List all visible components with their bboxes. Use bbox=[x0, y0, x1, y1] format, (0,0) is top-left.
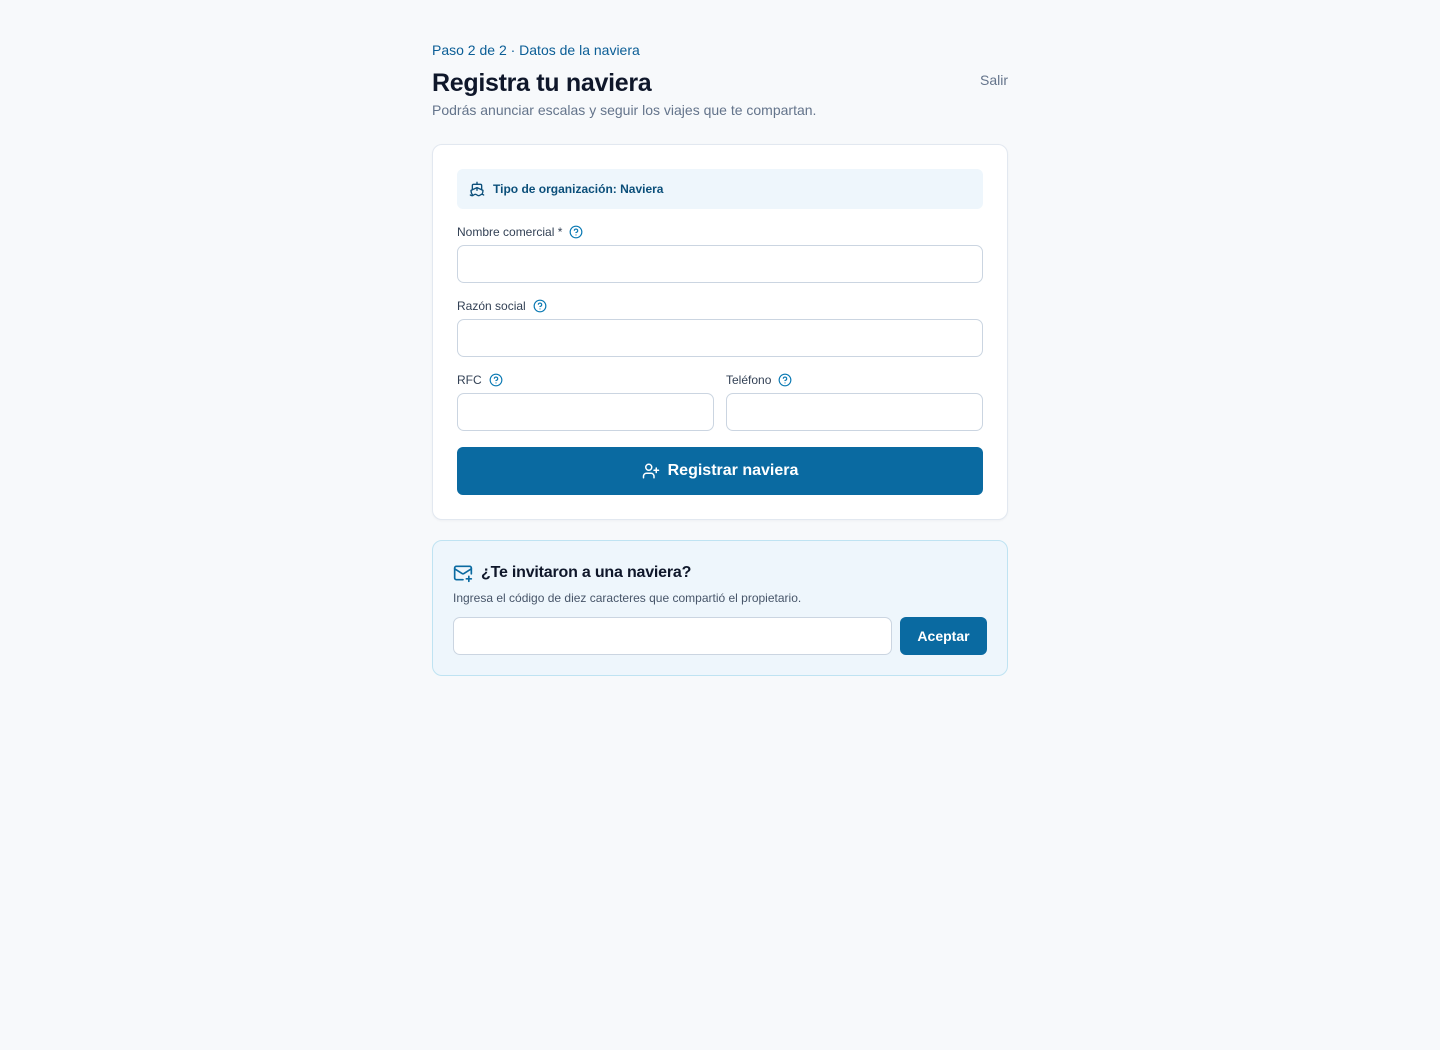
rfc-label: RFC bbox=[457, 373, 503, 387]
invite-code-input[interactable] bbox=[453, 617, 892, 655]
page-title: Registra tu naviera bbox=[432, 69, 652, 97]
razon-social-label-text: Razón social bbox=[457, 299, 526, 313]
page-subtitle: Podrás anunciar escalas y seguir los via… bbox=[432, 102, 817, 118]
help-circle-icon[interactable] bbox=[533, 299, 547, 313]
org-type-banner: Tipo de organización: Naviera bbox=[457, 169, 983, 209]
invite-card: ¿Te invitaron a una naviera? Ingresa el … bbox=[432, 540, 1008, 676]
register-button-label: Registrar naviera bbox=[667, 462, 799, 479]
mail-plus-icon bbox=[453, 563, 473, 583]
invite-header: ¿Te invitaron a una naviera? bbox=[453, 563, 691, 583]
telefono-label: Teléfono bbox=[726, 373, 792, 387]
help-circle-icon[interactable] bbox=[489, 373, 503, 387]
telefono-label-text: Teléfono bbox=[726, 373, 772, 387]
nombre-comercial-label: Nombre comercial * bbox=[457, 225, 583, 239]
nombre-comercial-input[interactable] bbox=[457, 245, 983, 283]
rfc-input[interactable] bbox=[457, 393, 714, 431]
razon-social-input[interactable] bbox=[457, 319, 983, 357]
register-button[interactable]: Registrar naviera bbox=[457, 447, 983, 495]
nombre-comercial-label-text: Nombre comercial * bbox=[457, 225, 563, 239]
rfc-label-text: RFC bbox=[457, 373, 482, 387]
org-type-text: Tipo de organización: Naviera bbox=[493, 182, 664, 196]
ship-icon bbox=[469, 181, 485, 197]
user-plus-icon bbox=[642, 462, 660, 480]
razon-social-label: Razón social bbox=[457, 299, 547, 313]
invite-title: ¿Te invitaron a una naviera? bbox=[481, 564, 692, 581]
help-circle-icon[interactable] bbox=[569, 225, 583, 239]
invite-description: Ingresa el código de diez caracteres que… bbox=[453, 591, 802, 605]
telefono-input[interactable] bbox=[726, 393, 983, 431]
step-indicator: Paso 2 de 2 · Datos de la naviera bbox=[432, 42, 640, 58]
exit-link[interactable]: Salir bbox=[980, 72, 1008, 88]
registration-form-card: Tipo de organización: Naviera Nombre com… bbox=[432, 144, 1008, 520]
accept-button[interactable]: Aceptar bbox=[900, 617, 987, 655]
help-circle-icon[interactable] bbox=[778, 373, 792, 387]
